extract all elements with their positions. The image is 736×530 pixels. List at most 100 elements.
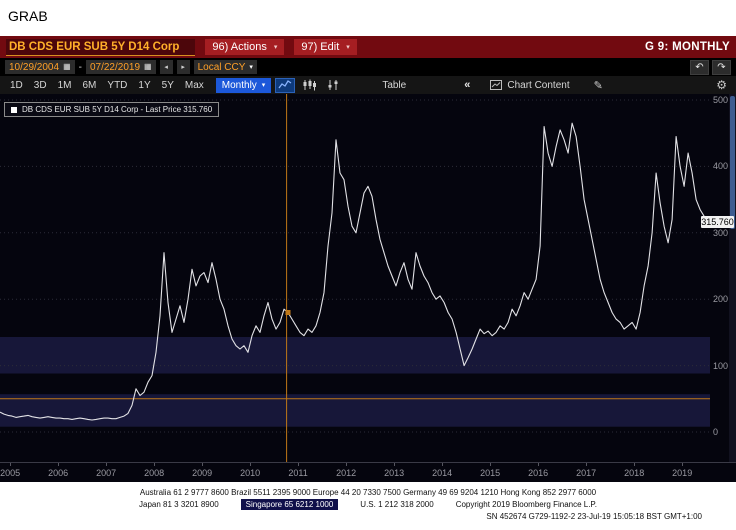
- y-axis-label: 400: [713, 161, 728, 171]
- grab-label: GRAB: [8, 8, 48, 24]
- period-1m-button[interactable]: 1M: [53, 79, 77, 92]
- chevron-down-icon: ▾: [262, 81, 266, 89]
- x-axis-tick: [394, 463, 395, 466]
- chart-content-button[interactable]: Chart Content: [486, 79, 573, 92]
- chart-content-label: Chart Content: [507, 80, 569, 91]
- indicators-button[interactable]: [323, 78, 343, 93]
- edit-label: 97) Edit: [301, 41, 339, 53]
- frequency-select[interactable]: Monthly ▾: [216, 78, 272, 93]
- y-axis-label: 500: [713, 95, 728, 105]
- x-axis-tick: [298, 463, 299, 466]
- history-buttons: ↶ ↷: [690, 60, 731, 75]
- edit-button[interactable]: 97) Edit ▾: [294, 39, 356, 55]
- y-axis-label: 200: [713, 294, 728, 304]
- currency-value: Local CCY: [198, 62, 246, 73]
- x-axis-label: 2016: [524, 468, 552, 478]
- y-axis-label: 0: [713, 427, 718, 437]
- annotate-button[interactable]: ✎: [590, 79, 607, 92]
- last-price-callout: 315.760: [701, 216, 734, 228]
- x-axis-label: 2019: [668, 468, 696, 478]
- chevron-down-icon: ▾: [249, 63, 253, 71]
- x-axis-label: 2013: [380, 468, 408, 478]
- x-axis-label: 2018: [620, 468, 648, 478]
- function-page-label: G 9: MONTHLY: [645, 41, 730, 53]
- footer-contacts-line2: Japan 81 3 3201 8900Singapore 65 6212 10…: [0, 499, 736, 511]
- x-axis-tick: [442, 463, 443, 466]
- x-axis-label: 2006: [44, 468, 72, 478]
- gear-icon: ⚙: [716, 78, 727, 92]
- collapse-panel-button[interactable]: «: [460, 79, 474, 91]
- tracker-point: [286, 310, 291, 315]
- undo-icon[interactable]: ↶: [690, 60, 709, 75]
- period-1y-button[interactable]: 1Y: [133, 79, 155, 92]
- x-axis-tick: [10, 463, 11, 466]
- start-date-value: 10/29/2004: [9, 62, 59, 73]
- shift-range-back-button[interactable]: ◂: [160, 60, 173, 74]
- period-3d-button[interactable]: 3D: [29, 79, 52, 92]
- chart-legend[interactable]: DB CDS EUR SUB 5Y D14 Corp - Last Price …: [4, 102, 219, 117]
- candlestick-icon: [302, 79, 316, 91]
- window-title: GRAB: [0, 0, 736, 36]
- footer-us: U.S. 1 212 318 2000: [360, 500, 433, 509]
- footer-singapore-highlight: Singapore 65 6212 1000: [241, 499, 339, 510]
- actions-button[interactable]: 96) Actions ▾: [205, 39, 284, 55]
- frequency-value: Monthly: [222, 80, 257, 91]
- calendar-icon[interactable]: ▦: [63, 63, 71, 71]
- x-axis-tick: [634, 463, 635, 466]
- period-5y-button[interactable]: 5Y: [157, 79, 179, 92]
- footer-contacts-line1: Australia 61 2 9777 8600 Brazil 5511 239…: [0, 487, 736, 499]
- end-date-field[interactable]: 07/22/2019 ▦: [86, 60, 156, 74]
- x-axis: 2005200620072008200920102011201220132014…: [0, 462, 736, 482]
- x-axis-label: 2015: [476, 468, 504, 478]
- security-ticker[interactable]: DB CDS EUR SUB 5Y D14 Corp: [6, 39, 195, 56]
- chart-canvas[interactable]: [0, 94, 710, 462]
- start-date-field[interactable]: 10/29/2004 ▦: [5, 60, 75, 74]
- x-axis-label: 2011: [284, 468, 312, 478]
- x-axis-tick: [106, 463, 107, 466]
- chevron-down-icon: ▾: [346, 43, 350, 51]
- y-axis-label: 100: [713, 361, 728, 371]
- vertical-scrollbar[interactable]: [729, 94, 736, 462]
- x-axis-tick: [250, 463, 251, 466]
- x-axis-label: 2014: [428, 468, 456, 478]
- x-axis-label: 2010: [236, 468, 264, 478]
- actions-label: 96) Actions: [212, 41, 266, 53]
- period-6m-button[interactable]: 6M: [78, 79, 102, 92]
- calendar-icon[interactable]: ▦: [144, 63, 152, 71]
- line-chart-type-button[interactable]: [275, 78, 295, 93]
- x-axis-label: 2005: [0, 468, 24, 478]
- currency-select[interactable]: Local CCY ▾: [194, 60, 257, 74]
- end-date-value: 07/22/2019: [90, 62, 140, 73]
- pencil-icon: ✎: [594, 80, 603, 92]
- price-line: [0, 123, 708, 420]
- line-chart-icon: [278, 79, 292, 91]
- x-axis-label: 2017: [572, 468, 600, 478]
- x-axis-label: 2012: [332, 468, 360, 478]
- legend-label: DB CDS EUR SUB 5Y D14 Corp - Last Price …: [22, 105, 212, 114]
- x-axis-tick: [202, 463, 203, 466]
- date-range-bar: 10/29/2004 ▦ - 07/22/2019 ▦ ◂ ▸ Local CC…: [0, 58, 736, 76]
- legend-marker-icon: [11, 107, 17, 113]
- chevron-down-icon: ▾: [274, 43, 278, 51]
- period-max-button[interactable]: Max: [180, 79, 209, 92]
- scrollbar-thumb[interactable]: [730, 96, 735, 229]
- period-1d-button[interactable]: 1D: [5, 79, 28, 92]
- chart-content-icon: [490, 80, 502, 90]
- x-axis-tick: [154, 463, 155, 466]
- x-axis-tick: [346, 463, 347, 466]
- candlestick-chart-type-button[interactable]: [299, 78, 319, 93]
- chart-area: DB CDS EUR SUB 5Y D14 Corp - Last Price …: [0, 94, 736, 462]
- function-title-bar: DB CDS EUR SUB 5Y D14 Corp 96) Actions ▾…: [0, 36, 736, 58]
- terminal-footer: Australia 61 2 9777 8600 Brazil 5511 239…: [0, 482, 736, 530]
- footer-copyright: Copyright 2019 Bloomberg Finance L.P.: [456, 500, 597, 509]
- table-button[interactable]: Table: [377, 79, 411, 92]
- settings-button[interactable]: ⚙: [712, 78, 731, 92]
- shade-band: [0, 337, 710, 374]
- redo-icon[interactable]: ↷: [712, 60, 731, 75]
- shift-range-forward-button[interactable]: ▸: [177, 60, 190, 74]
- footer-session-info: SN 452674 G729-1192-2 23-Jul-19 15:05:18…: [0, 511, 736, 523]
- date-separator: -: [79, 62, 82, 73]
- y-axis-label: 300: [713, 228, 728, 238]
- period-ytd-button[interactable]: YTD: [102, 79, 132, 92]
- y-axis: 0 100 200 300 400 500: [711, 94, 729, 462]
